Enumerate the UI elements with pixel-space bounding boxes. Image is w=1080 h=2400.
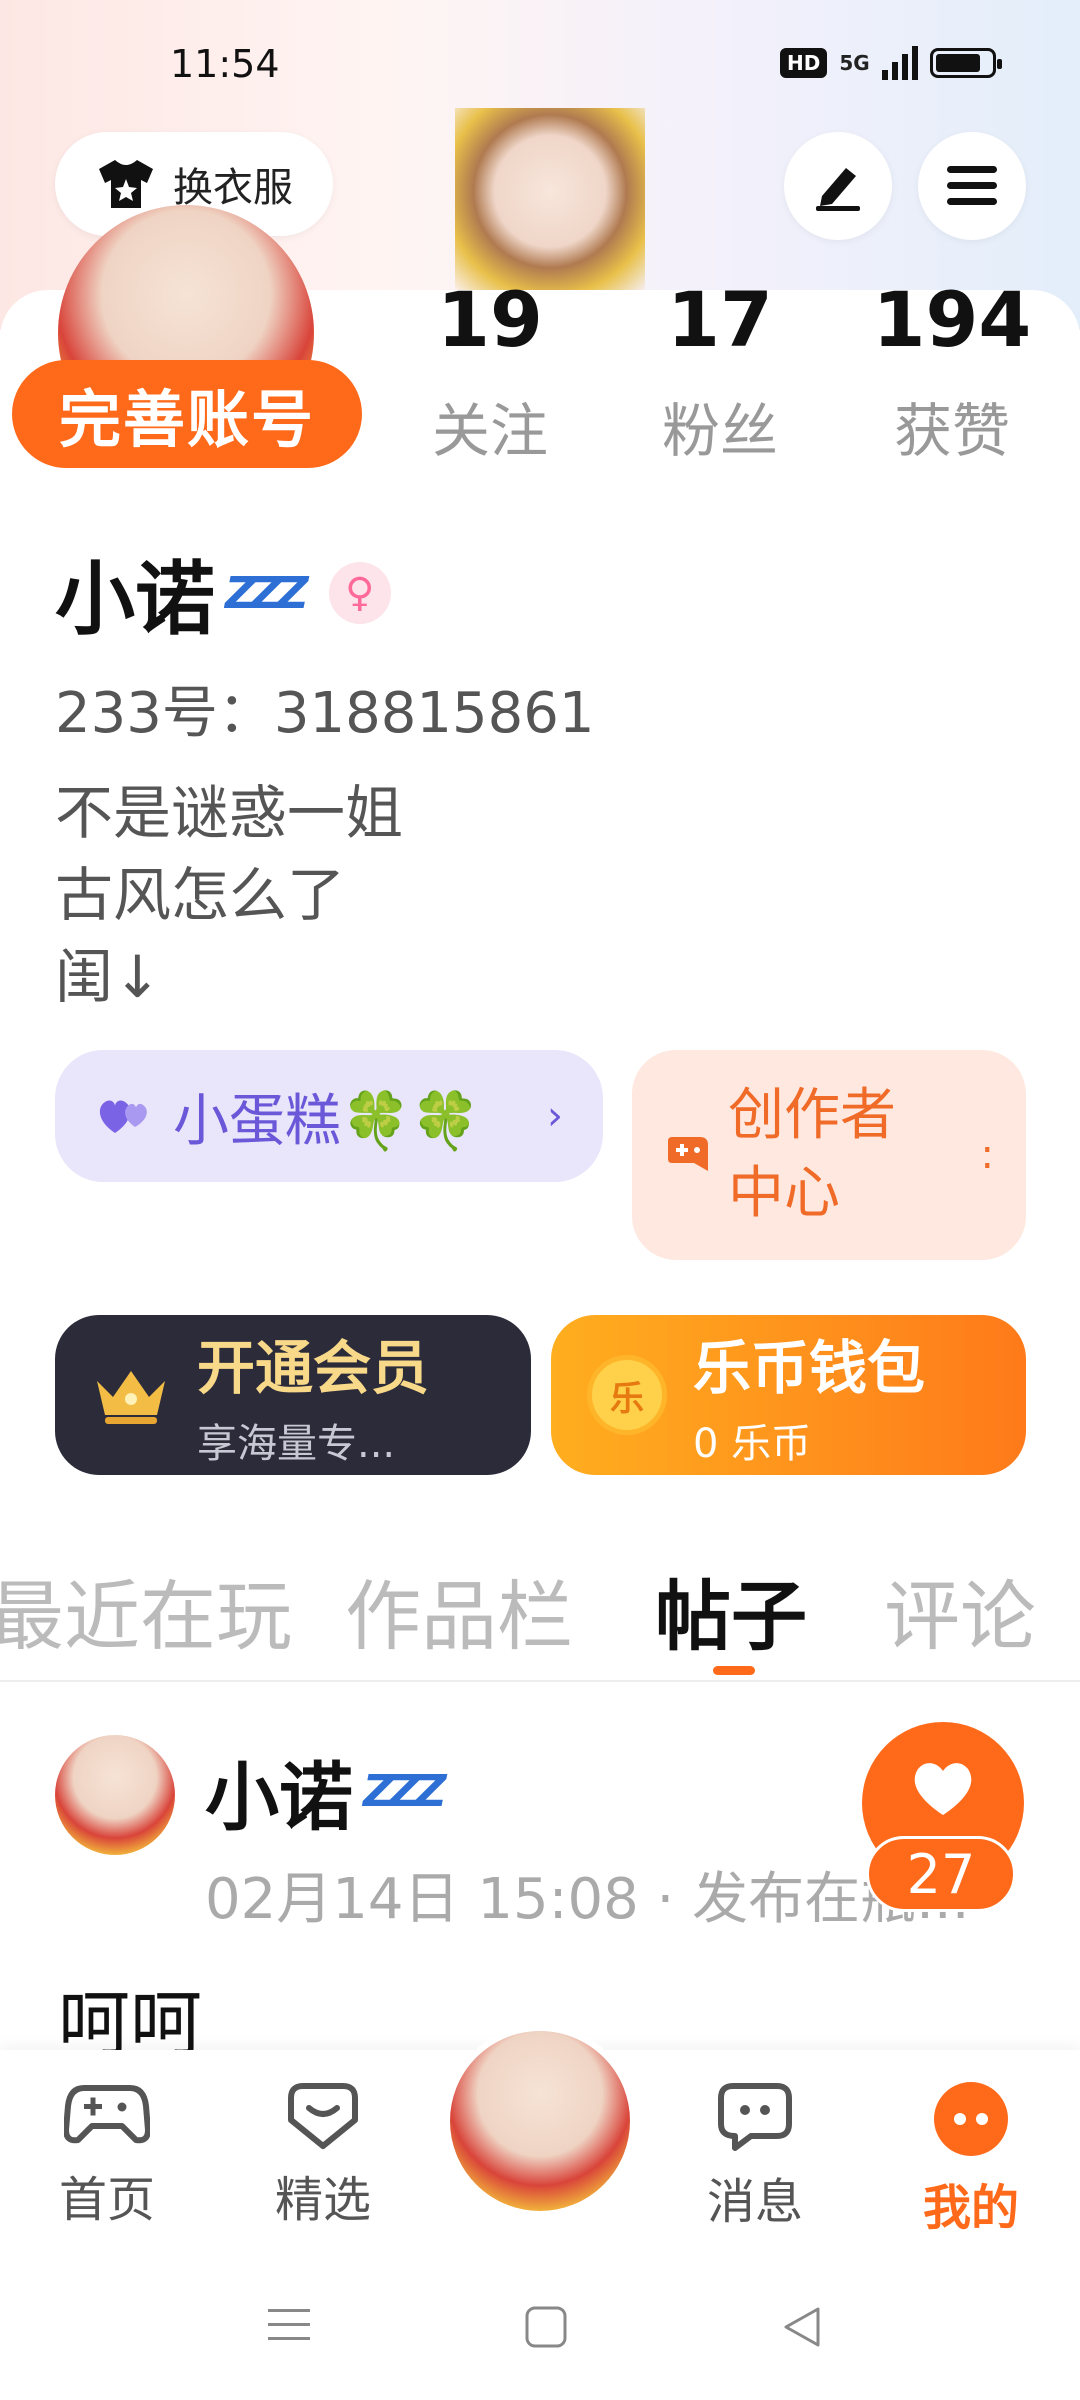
- character-avatar-preview[interactable]: [455, 108, 645, 293]
- wallet-card[interactable]: 乐 乐币钱包 0 乐币: [551, 1315, 1026, 1475]
- square-icon: [525, 2306, 567, 2348]
- message-icon: [718, 2083, 792, 2151]
- following-stat[interactable]: 19 关注: [400, 282, 580, 468]
- game-pad-icon: [668, 1137, 708, 1171]
- back-button[interactable]: [780, 2305, 824, 2353]
- sleep-zzz-icon: ZZZ: [225, 567, 309, 619]
- tab-posts[interactable]: 帖子: [655, 1555, 807, 1665]
- tab-works[interactable]: 作品栏: [345, 1555, 573, 1665]
- pen-icon: [816, 168, 860, 211]
- tabs-divider: [0, 1680, 1080, 1682]
- followers-stat[interactable]: 17 粉丝: [630, 282, 810, 468]
- creator-center-label: 创作者中心: [728, 1083, 896, 1226]
- menu-icon: [947, 166, 997, 205]
- bio-line: 古风怎么了: [55, 861, 346, 929]
- recent-apps-button[interactable]: [266, 2305, 312, 2349]
- heart-chat-icon: [288, 2083, 358, 2149]
- post-author-row: 小诺 ZZZ: [205, 1738, 447, 1845]
- vip-subtitle: 享海量专...: [197, 1421, 396, 1467]
- followers-label: 粉丝: [661, 397, 778, 465]
- home-button[interactable]: [524, 2305, 568, 2353]
- followers-count: 17: [667, 275, 773, 364]
- likes-stat[interactable]: 194 获赞: [862, 282, 1042, 468]
- heart-icon: [914, 1763, 972, 1815]
- bio-line: 不是谜惑一姐: [55, 779, 404, 847]
- tshirt-icon: [99, 160, 153, 208]
- tab-comments[interactable]: 评论: [884, 1555, 1036, 1665]
- crown-icon: [97, 1371, 165, 1424]
- nav-profile-label: 我的: [922, 2180, 1019, 2236]
- post-author-name[interactable]: 小诺: [205, 1738, 353, 1845]
- vip-title: 开通会员: [197, 1334, 430, 1402]
- menu-lines-icon: [268, 2309, 310, 2340]
- user-name: 小诺: [55, 553, 215, 646]
- likes-count: 194: [872, 275, 1032, 364]
- likes-label: 获赞: [893, 397, 1010, 465]
- wallet-title: 乐币钱包: [693, 1334, 926, 1402]
- profile-dots-icon: [934, 2082, 1008, 2156]
- network-5g-icon: 5G: [839, 51, 870, 75]
- nav-featured-label: 精选: [274, 2172, 371, 2228]
- following-label: 关注: [431, 397, 548, 465]
- nav-messages[interactable]: 消息: [680, 2080, 830, 2232]
- signal-icon: [881, 46, 918, 80]
- battery-icon: [929, 48, 1002, 78]
- status-time: 11:54: [170, 42, 280, 86]
- center-avatar-button[interactable]: [444, 2025, 636, 2217]
- bio: 不是谜惑一姐 古风怎么了 闺↓: [55, 772, 403, 1018]
- creator-center-button[interactable]: 创作者中心 :: [632, 1050, 1026, 1260]
- status-icons: HD 5G: [780, 46, 1002, 80]
- coin-icon: 乐: [587, 1355, 667, 1435]
- bio-line: 闺↓: [55, 943, 162, 1011]
- hd-icon: HD: [780, 48, 828, 78]
- gender-female-icon: ♀: [328, 562, 391, 624]
- tab-recently-played[interactable]: 最近在玩: [0, 1555, 292, 1665]
- nav-home[interactable]: 首页: [32, 2080, 182, 2230]
- menu-button[interactable]: [918, 132, 1026, 240]
- chevron-right-icon: ›: [547, 1093, 563, 1139]
- edit-button[interactable]: [784, 132, 892, 240]
- vip-membership-card[interactable]: 开通会员 享海量专...: [55, 1315, 531, 1475]
- content-tabs: 最近在玩 作品栏 帖子 评论: [0, 1555, 1080, 1675]
- name-row: 小诺 ZZZ ♀: [55, 535, 391, 651]
- wallet-balance: 0 乐币: [693, 1421, 812, 1467]
- back-triangle-icon: [784, 2307, 820, 2347]
- nav-featured[interactable]: 精选: [248, 2080, 398, 2230]
- post-author-avatar[interactable]: [55, 1735, 175, 1855]
- fan-group-label: 小蛋糕🍀🍀: [173, 1088, 481, 1154]
- nav-home-label: 首页: [58, 2172, 155, 2228]
- nav-messages-label: 消息: [706, 2174, 803, 2230]
- nav-profile[interactable]: 我的: [896, 2080, 1046, 2238]
- active-tab-indicator: [713, 1666, 755, 1675]
- fan-group-button[interactable]: 小蛋糕🍀🍀 ›: [55, 1050, 603, 1182]
- following-count: 19: [437, 275, 543, 364]
- like-count: 27: [866, 1836, 1016, 1912]
- more-indicator-icon: :: [980, 1132, 994, 1178]
- gamepad-icon: [63, 2085, 151, 2144]
- hearts-icon: [99, 1100, 147, 1133]
- complete-account-button[interactable]: 完善账号: [12, 360, 362, 468]
- sleep-zzz-icon: ZZZ: [363, 1766, 447, 1817]
- user-id: 233号：318815861: [55, 681, 595, 746]
